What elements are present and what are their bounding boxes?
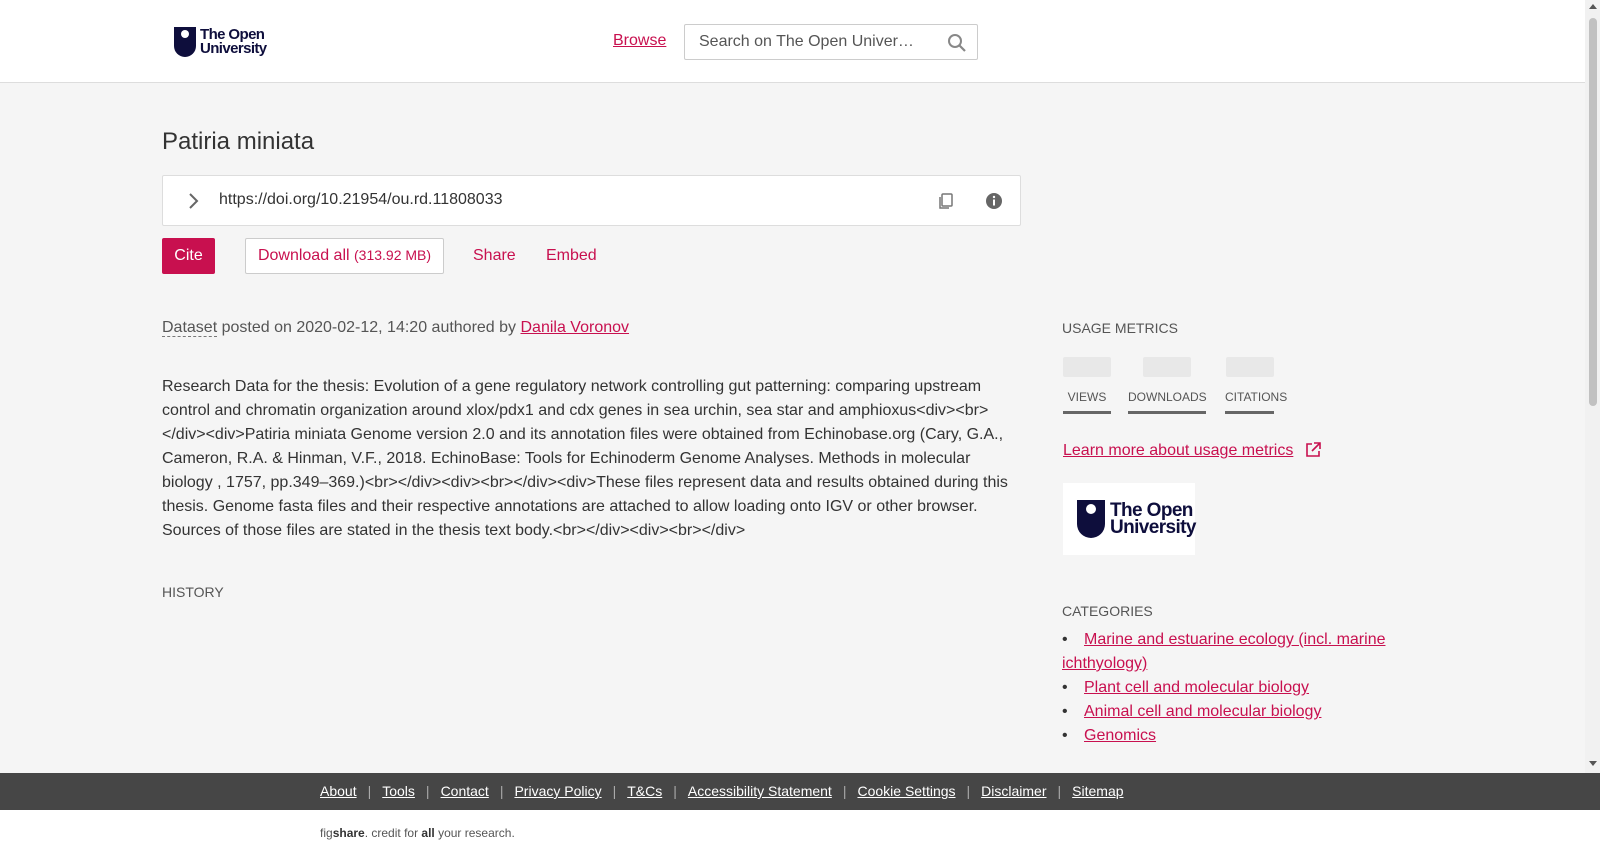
external-link-icon[interactable] bbox=[1304, 441, 1322, 459]
footer-link-disclaimer[interactable]: Disclaimer bbox=[981, 783, 1046, 799]
separator: | bbox=[966, 783, 971, 799]
scroll-down-arrow-icon[interactable] bbox=[1589, 761, 1597, 766]
footer-link-cookies[interactable]: Cookie Settings bbox=[857, 783, 955, 799]
footer-link-privacy[interactable]: Privacy Policy bbox=[514, 783, 601, 799]
scrollbar[interactable] bbox=[1585, 0, 1600, 773]
separator: | bbox=[673, 783, 677, 799]
scroll-up-arrow-icon[interactable] bbox=[1589, 4, 1597, 9]
info-icon[interactable] bbox=[984, 191, 1004, 211]
copy-icon[interactable] bbox=[936, 191, 956, 211]
ou-shield-icon bbox=[1077, 500, 1105, 538]
separator: | bbox=[842, 783, 847, 799]
metric-citations[interactable]: CITATIONS bbox=[1225, 357, 1287, 414]
item-type: Dataset bbox=[162, 319, 218, 337]
metric-placeholder bbox=[1225, 357, 1274, 377]
footer-link-sitemap[interactable]: Sitemap bbox=[1072, 783, 1123, 799]
list-item: Marine and estuarine ecology (incl. mari… bbox=[1062, 628, 1402, 676]
metric-label: DOWNLOADS bbox=[1128, 390, 1207, 404]
posted-text: posted on 2020-02-12, 14:20 authored by bbox=[221, 319, 517, 336]
metric-label: CITATIONS bbox=[1225, 390, 1288, 404]
metric-placeholder bbox=[1063, 357, 1111, 377]
logo-text: The Open University bbox=[1110, 500, 1196, 538]
metric-views[interactable]: VIEWS bbox=[1063, 357, 1111, 414]
categories-heading: CATEGORIES bbox=[1062, 603, 1153, 619]
page-title: Patiria miniata bbox=[162, 128, 315, 155]
search-icon[interactable] bbox=[947, 33, 967, 53]
usage-metrics-heading: USAGE METRICS bbox=[1062, 320, 1178, 336]
list-item: Animal cell and molecular biology bbox=[1062, 700, 1402, 724]
footer-link-contact[interactable]: Contact bbox=[441, 783, 489, 799]
share-button[interactable]: Share bbox=[473, 247, 516, 265]
logo-text: The Open University bbox=[200, 26, 267, 57]
ou-shield-icon bbox=[174, 27, 196, 57]
category-link[interactable]: Animal cell and molecular biology bbox=[1084, 703, 1321, 720]
separator: | bbox=[425, 783, 430, 799]
footer-link-tools[interactable]: Tools bbox=[382, 783, 415, 799]
footer-links: About | Tools | Contact | Privacy Policy… bbox=[320, 783, 1124, 799]
item-description: Research Data for the thesis: Evolution … bbox=[162, 378, 1008, 539]
metric-downloads[interactable]: DOWNLOADS bbox=[1128, 357, 1207, 414]
footer-bottom bbox=[0, 810, 1600, 857]
category-link[interactable]: Marine and estuarine ecology (incl. mari… bbox=[1062, 631, 1385, 672]
open-university-logo[interactable]: The Open University bbox=[174, 25, 272, 59]
list-item: Plant cell and molecular biology bbox=[1062, 676, 1402, 700]
site-header: The Open University Browse bbox=[0, 0, 1585, 83]
download-size: (313.92 MB) bbox=[354, 247, 432, 263]
chevron-right-icon[interactable] bbox=[183, 191, 203, 211]
cite-button[interactable]: Cite bbox=[162, 238, 215, 274]
separator: | bbox=[499, 783, 504, 799]
doi-link[interactable]: https://doi.org/10.21954/ou.rd.11808033 bbox=[219, 191, 502, 209]
search-input[interactable] bbox=[685, 25, 935, 59]
search-box bbox=[684, 24, 978, 60]
separator: | bbox=[1057, 783, 1062, 799]
doi-bar: https://doi.org/10.21954/ou.rd.11808033 bbox=[162, 175, 1021, 226]
history-heading: HISTORY bbox=[162, 584, 224, 600]
institution-logo[interactable]: The Open University bbox=[1063, 483, 1196, 555]
category-link[interactable]: Genomics bbox=[1084, 727, 1156, 744]
footer-link-about[interactable]: About bbox=[320, 783, 357, 799]
download-label: Download all bbox=[257, 247, 350, 264]
author-link[interactable]: Danila Voronov bbox=[521, 319, 630, 336]
metric-label: VIEWS bbox=[1067, 390, 1107, 404]
metric-placeholder bbox=[1143, 357, 1191, 377]
figshare-credit[interactable]: figshare. credit for all your research. bbox=[320, 826, 515, 840]
learn-more-metrics-link[interactable]: Learn more about usage metrics bbox=[1063, 442, 1293, 460]
item-meta: Dataset posted on 2020-02-12, 14:20 auth… bbox=[162, 319, 629, 337]
embed-button[interactable]: Embed bbox=[546, 247, 597, 265]
scroll-thumb[interactable] bbox=[1589, 18, 1597, 406]
categories-list: Marine and estuarine ecology (incl. mari… bbox=[1062, 628, 1402, 748]
list-item: Genomics bbox=[1062, 724, 1402, 748]
site-footer: About | Tools | Contact | Privacy Policy… bbox=[0, 773, 1600, 810]
separator: | bbox=[367, 783, 372, 799]
separator: | bbox=[612, 783, 617, 799]
download-all-button[interactable]: Download all (313.92 MB) bbox=[245, 238, 444, 274]
category-link[interactable]: Plant cell and molecular biology bbox=[1084, 679, 1309, 696]
browse-link[interactable]: Browse bbox=[613, 32, 666, 50]
footer-link-terms[interactable]: T&Cs bbox=[627, 783, 662, 799]
footer-link-accessibility[interactable]: Accessibility Statement bbox=[688, 783, 832, 799]
